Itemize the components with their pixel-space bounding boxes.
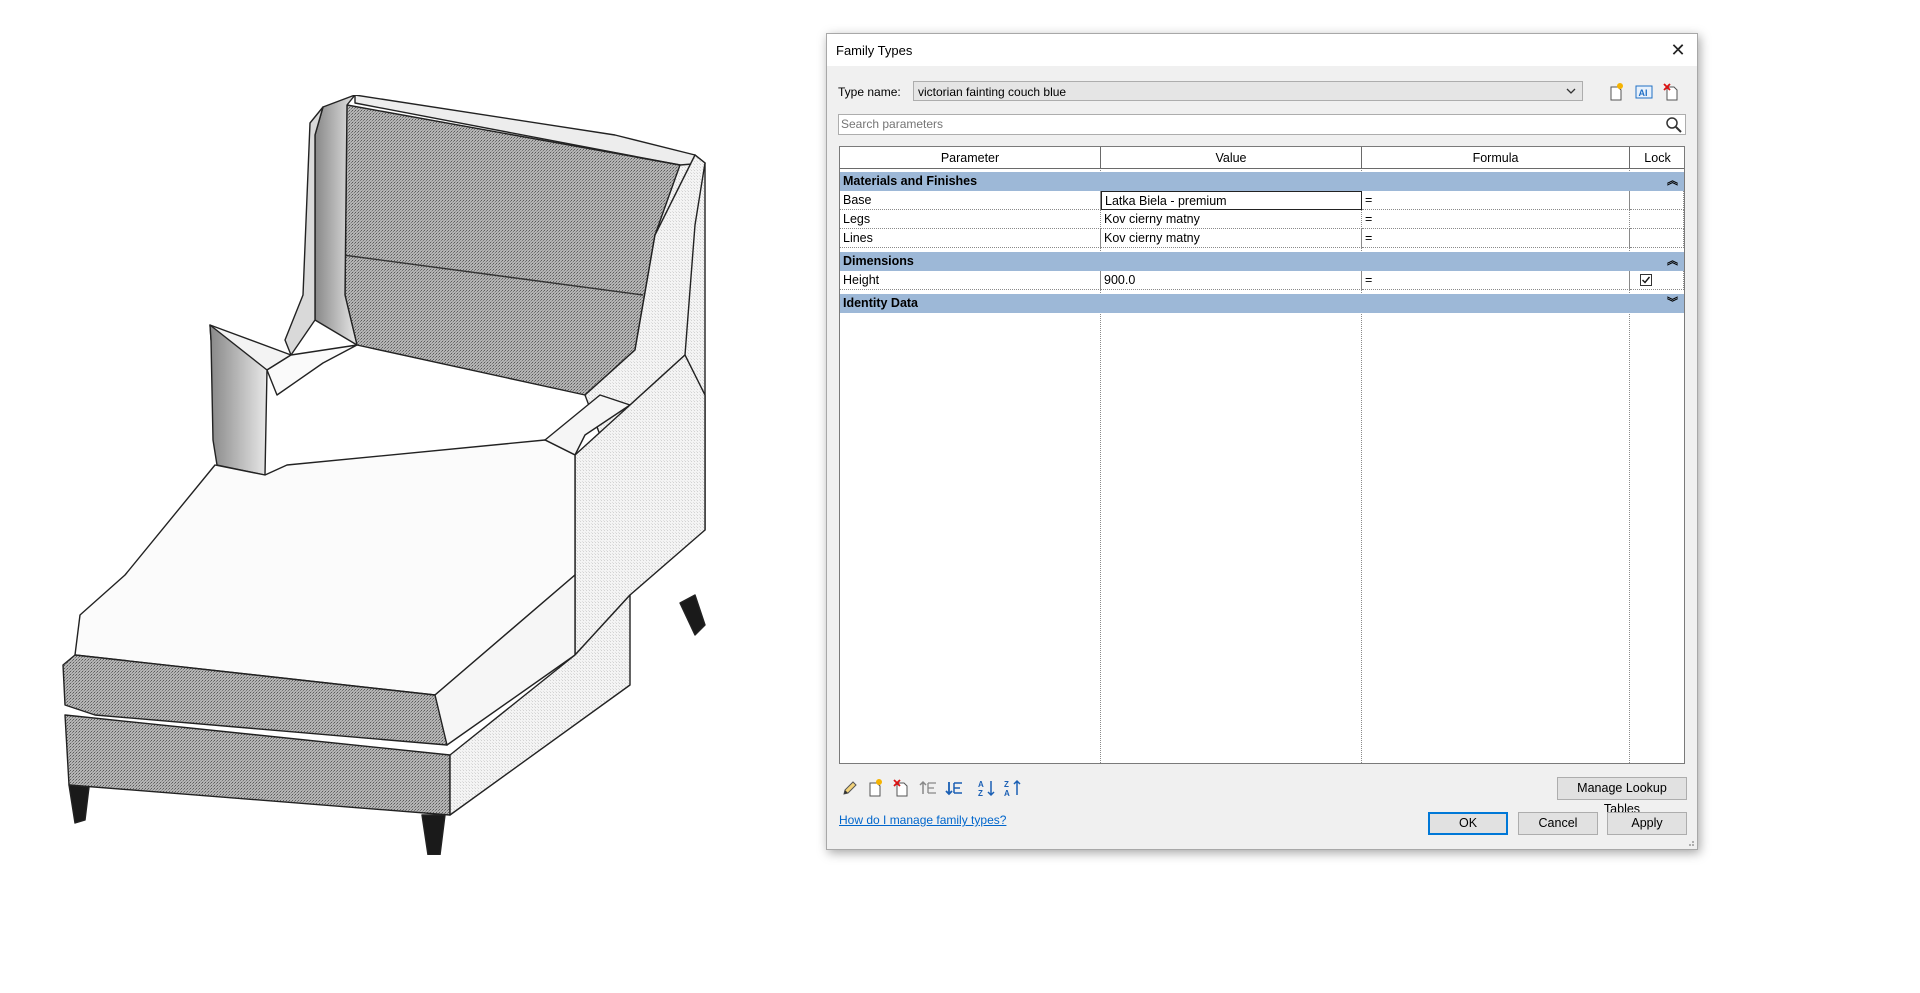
value-cell[interactable]: Latka Biela - premium bbox=[1101, 191, 1362, 210]
move-up-icon[interactable] bbox=[918, 778, 938, 798]
resize-grip-icon[interactable] bbox=[1685, 837, 1695, 847]
new-parameter-icon[interactable] bbox=[866, 778, 886, 798]
parameters-table: Parameter Value Formula Lock Materials a… bbox=[839, 146, 1685, 764]
title-bar: Family Types ✕ bbox=[827, 34, 1697, 66]
value-cell[interactable]: Kov cierny matny bbox=[1101, 210, 1362, 229]
lock-cell bbox=[1630, 229, 1684, 248]
close-icon[interactable]: ✕ bbox=[1663, 37, 1693, 63]
parameter-cell: Base bbox=[840, 191, 1101, 210]
parameter-cell: Height bbox=[840, 271, 1101, 290]
group-title: Dimensions bbox=[843, 254, 914, 268]
parameter-cell: Lines bbox=[840, 229, 1101, 248]
type-name-row: Type name: victorian fainting couch blue… bbox=[838, 81, 1686, 103]
parameter-cell: Legs bbox=[840, 210, 1101, 229]
group-title: Materials and Finishes bbox=[843, 174, 978, 188]
group-title: Identity Data bbox=[843, 296, 919, 310]
couch-3d-preview bbox=[62, 95, 706, 855]
lock-cell bbox=[1630, 191, 1684, 210]
table-row: Lines Kov cierny matny = bbox=[840, 229, 1684, 248]
ok-button[interactable]: OK bbox=[1428, 812, 1508, 835]
group-dimensions[interactable]: Dimensions ︽ bbox=[840, 252, 1684, 271]
value-cell[interactable]: Kov cierny matny bbox=[1101, 229, 1362, 248]
dialog-title: Family Types bbox=[836, 43, 913, 58]
lock-cell bbox=[1630, 271, 1684, 290]
rename-type-icon[interactable]: AI bbox=[1634, 82, 1654, 102]
svg-text:A: A bbox=[1004, 789, 1010, 798]
family-types-dialog: Family Types ✕ Type name: victorian fain… bbox=[826, 33, 1698, 850]
table-row: Legs Kov cierny matny = bbox=[840, 210, 1684, 229]
chevron-down-icon bbox=[1566, 88, 1576, 94]
search-icon[interactable] bbox=[1665, 116, 1683, 134]
new-type-icon[interactable] bbox=[1607, 82, 1627, 102]
move-down-icon[interactable] bbox=[944, 778, 964, 798]
formula-cell[interactable]: = bbox=[1362, 210, 1630, 229]
column-header-parameter[interactable]: Parameter bbox=[840, 147, 1101, 169]
column-header-lock[interactable]: Lock bbox=[1630, 147, 1684, 169]
column-header-formula[interactable]: Formula bbox=[1362, 147, 1630, 169]
group-materials-and-finishes[interactable]: Materials and Finishes ︽ bbox=[840, 172, 1684, 191]
expand-icon[interactable]: ︾ bbox=[1667, 294, 1678, 313]
group-identity-data[interactable]: Identity Data ︾ bbox=[840, 294, 1684, 313]
sort-ascending-icon[interactable]: A Z bbox=[977, 778, 997, 798]
search-input[interactable] bbox=[841, 116, 1641, 132]
collapse-icon[interactable]: ︽ bbox=[1667, 172, 1678, 191]
table-row: Height 900.0 = bbox=[840, 271, 1684, 290]
sort-descending-icon[interactable]: Z A bbox=[1003, 778, 1023, 798]
lock-checkbox[interactable] bbox=[1640, 274, 1652, 286]
type-name-dropdown[interactable]: victorian fainting couch blue bbox=[913, 81, 1583, 101]
delete-type-icon[interactable] bbox=[1662, 82, 1682, 102]
collapse-icon[interactable]: ︽ bbox=[1667, 252, 1678, 271]
apply-button[interactable]: Apply bbox=[1607, 812, 1687, 835]
formula-cell[interactable]: = bbox=[1362, 191, 1630, 210]
lock-cell bbox=[1630, 210, 1684, 229]
svg-text:Z: Z bbox=[978, 789, 983, 798]
type-name-label: Type name: bbox=[838, 85, 901, 99]
formula-cell[interactable]: = bbox=[1362, 271, 1630, 290]
type-name-value: victorian fainting couch blue bbox=[918, 85, 1067, 99]
formula-cell[interactable]: = bbox=[1362, 229, 1630, 248]
cancel-button[interactable]: Cancel bbox=[1518, 812, 1598, 835]
svg-text:A: A bbox=[978, 780, 984, 789]
edit-parameter-icon[interactable] bbox=[840, 778, 860, 798]
column-header-value[interactable]: Value bbox=[1101, 147, 1362, 169]
help-link[interactable]: How do I manage family types? bbox=[839, 813, 1006, 827]
svg-text:Z: Z bbox=[1004, 780, 1009, 789]
checkmark-icon bbox=[1642, 276, 1651, 284]
search-parameters-box bbox=[838, 114, 1686, 135]
value-cell[interactable]: 900.0 bbox=[1101, 271, 1362, 290]
svg-text:AI: AI bbox=[1639, 88, 1648, 98]
manage-lookup-tables-button[interactable]: Manage Lookup Tables bbox=[1557, 777, 1687, 816]
table-row: Base Latka Biela - premium = bbox=[840, 191, 1684, 210]
delete-parameter-icon[interactable] bbox=[892, 778, 912, 798]
